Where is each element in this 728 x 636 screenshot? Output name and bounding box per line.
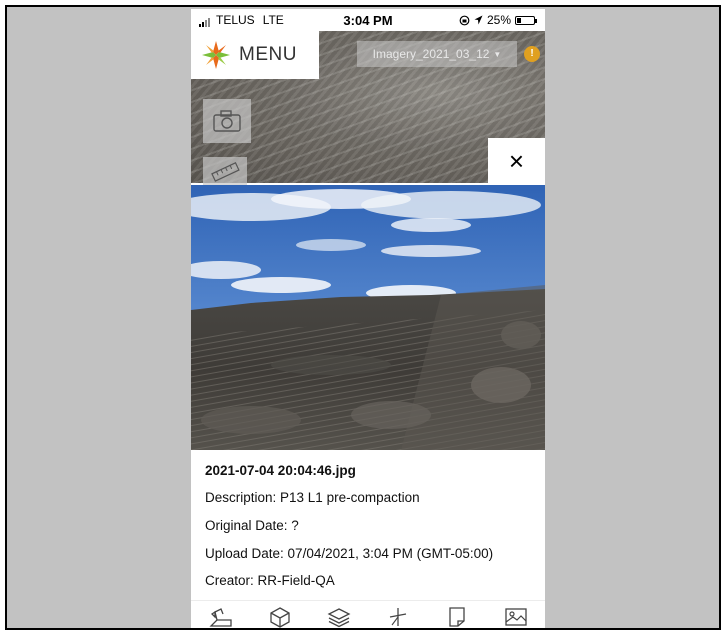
- imagery-select[interactable]: Imagery_2021_03_12 ▼: [357, 41, 517, 67]
- alert-badge[interactable]: !: [524, 46, 540, 62]
- orientation-lock-icon: [459, 15, 470, 25]
- site-photo-image: [191, 185, 545, 450]
- cube-icon: [269, 607, 290, 628]
- location-arrow-icon: [474, 15, 483, 25]
- measure-button[interactable]: [203, 157, 247, 185]
- layers-icon: [327, 608, 350, 628]
- site-photo: [191, 185, 545, 450]
- photo-creator: Creator: RR-Field-QA: [205, 573, 335, 588]
- image-icon: [504, 608, 527, 626]
- map-view[interactable]: MENU Imagery_2021_03_12 ▼ ! ×: [191, 31, 545, 185]
- caret-down-icon: ▼: [493, 49, 502, 59]
- photo-description: Description: P13 L1 pre-compaction: [205, 490, 420, 505]
- toolbar-3d-button[interactable]: [266, 603, 294, 628]
- camera-button[interactable]: [203, 99, 251, 143]
- close-button[interactable]: ×: [488, 138, 545, 185]
- survey-point-icon: [389, 608, 406, 626]
- toolbar-image-button[interactable]: [502, 603, 530, 628]
- toolbar-document-button[interactable]: [443, 603, 471, 628]
- compass-star-logo: [202, 41, 230, 69]
- camera-icon: [213, 110, 241, 132]
- close-icon: ×: [508, 146, 525, 176]
- battery-icon: [515, 15, 537, 25]
- toolbar-survey-point-button[interactable]: [384, 603, 412, 628]
- ruler-icon: [211, 161, 240, 182]
- status-right: 25%: [459, 13, 537, 27]
- document-icon: [448, 607, 465, 627]
- battery-fill: [517, 17, 521, 23]
- photo-original-date: Original Date: ?: [205, 518, 299, 533]
- menu-button[interactable]: MENU: [191, 31, 319, 79]
- menu-label: MENU: [239, 44, 297, 65]
- bottom-toolbar: [191, 600, 545, 628]
- imagery-select-value: Imagery_2021_03_12: [372, 47, 490, 61]
- toolbar-layers-button[interactable]: [325, 603, 353, 628]
- photo-details-panel: 2021-07-04 20:04:46.jpg Description: P13…: [191, 450, 545, 600]
- battery-percent: 25%: [486, 13, 511, 27]
- status-bar: TELUS LTE 3:04 PM 25%: [191, 9, 545, 31]
- screenshot-frame: TELUS LTE 3:04 PM 25% MENU Imagery_2021_…: [5, 5, 721, 630]
- toolbar-excavator-button[interactable]: [207, 603, 235, 628]
- excavator-icon: [208, 608, 232, 627]
- phone-screen: TELUS LTE 3:04 PM 25% MENU Imagery_2021_…: [191, 9, 545, 628]
- photo-filename: 2021-07-04 20:04:46.jpg: [205, 463, 356, 478]
- photo-upload-date: Upload Date: 07/04/2021, 3:04 PM (GMT-05…: [205, 546, 494, 561]
